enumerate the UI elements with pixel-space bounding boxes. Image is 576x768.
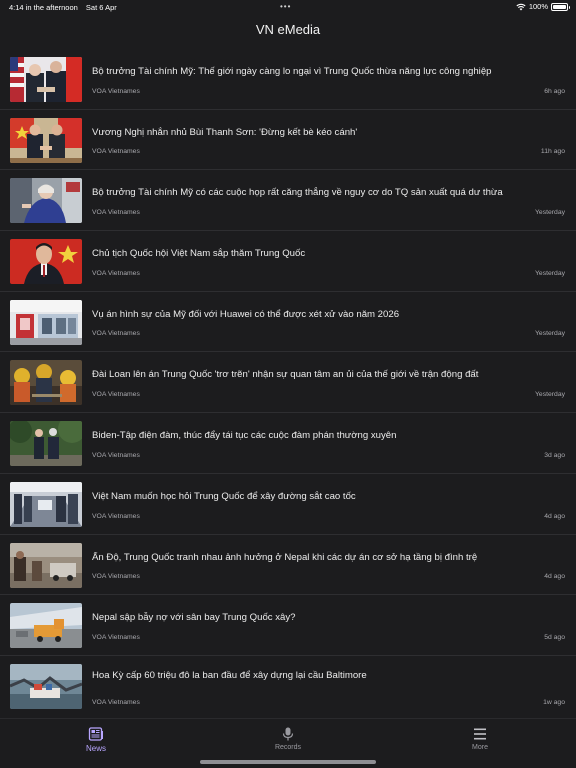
news-list[interactable]: Bộ trưởng Tài chính Mỹ: Thế giới ngày cà… bbox=[0, 49, 576, 718]
status-time: 4:14 in the afternoon Sat 6 Apr bbox=[9, 3, 117, 12]
status-date: Sat 6 Apr bbox=[85, 3, 117, 12]
news-item[interactable]: Việt Nam muốn học hỏi Trung Quốc để xây … bbox=[0, 474, 576, 535]
home-indicator[interactable] bbox=[200, 760, 376, 764]
menu-icon bbox=[474, 728, 486, 740]
news-source: VOA Vietnames bbox=[92, 87, 140, 95]
thumb-train bbox=[10, 481, 82, 527]
battery-percent: 100% bbox=[528, 2, 548, 11]
news-item[interactable]: Nepal sập bẫy nợ với sân bay Trung Quốc … bbox=[0, 595, 576, 656]
news-source: VOA Vietnames bbox=[92, 633, 140, 641]
news-item[interactable]: Bộ trưởng Tài chính Mỹ: Thế giới ngày cà… bbox=[0, 49, 576, 110]
news-title: Biden-Tập điện đàm, thúc đẩy tái tục các… bbox=[92, 430, 397, 442]
news-time: Yesterday bbox=[535, 269, 565, 277]
news-item[interactable]: Ấn Độ, Trung Quốc tranh nhau ảnh hưởng ở… bbox=[0, 535, 576, 596]
multitasking-dots-icon[interactable]: ••• bbox=[280, 2, 291, 11]
tab-more-label: More bbox=[472, 744, 488, 751]
tab-news[interactable]: News bbox=[56, 727, 136, 753]
thumb-street bbox=[10, 542, 82, 588]
news-item[interactable]: Vụ án hình sự của Mỹ đối với Huawei có t… bbox=[0, 292, 576, 353]
tab-records[interactable]: Records bbox=[248, 727, 328, 751]
news-thumbnail bbox=[10, 239, 82, 285]
news-source: VOA Vietnames bbox=[92, 512, 140, 520]
news-thumbnail bbox=[10, 57, 82, 102]
thumb-speaker bbox=[10, 178, 82, 224]
news-source: VOA Vietnames bbox=[92, 391, 140, 399]
thumb-handshake bbox=[10, 117, 82, 163]
thumb-store bbox=[10, 299, 82, 345]
news-time: Yesterday bbox=[535, 391, 565, 399]
news-thumbnail bbox=[10, 481, 82, 527]
news-thumbnail bbox=[10, 178, 82, 224]
status-bar: 4:14 in the afternoon Sat 6 Apr ••• 100% bbox=[0, 0, 576, 14]
thumb-portrait bbox=[10, 239, 82, 285]
news-item[interactable]: Bộ trưởng Tài chính Mỹ có các cuộc họp r… bbox=[0, 170, 576, 232]
tab-more[interactable]: More bbox=[440, 727, 520, 751]
news-item[interactable]: Chủ tịch Quốc hội Việt Nam sắp thăm Trun… bbox=[0, 231, 576, 292]
news-title: Vương Nghị nhắn nhủ Bùi Thanh Sơn: 'Đừng… bbox=[92, 126, 358, 138]
tab-news-label: News bbox=[85, 744, 106, 753]
news-title: Đài Loan lên án Trung Quốc 'trơ trẽn' nh… bbox=[92, 369, 479, 381]
news-thumbnail bbox=[10, 663, 82, 709]
news-thumbnail bbox=[10, 542, 82, 588]
news-time: 5d ago bbox=[544, 633, 565, 641]
news-source: VOA Vietnames bbox=[92, 269, 140, 277]
news-source: VOA Vietnames bbox=[92, 698, 140, 706]
news-thumbnail bbox=[10, 299, 82, 345]
news-time: Yesterday bbox=[535, 330, 565, 338]
news-source: VOA Vietnames bbox=[92, 573, 140, 581]
news-thumbnail bbox=[10, 117, 82, 163]
thumb-bridge bbox=[10, 663, 82, 709]
news-thumbnail bbox=[10, 603, 82, 649]
news-title: Bộ trưởng Tài chính Mỹ: Thế giới ngày cà… bbox=[92, 66, 492, 77]
news-title: Hoa Kỳ cấp 60 triệu đô la ban đầu để xây… bbox=[92, 669, 367, 681]
news-item[interactable]: Đài Loan lên án Trung Quốc 'trơ trẽn' nh… bbox=[0, 352, 576, 414]
news-time: Yesterday bbox=[535, 209, 565, 217]
news-time: 4d ago bbox=[544, 573, 565, 581]
battery-fill bbox=[553, 4, 566, 9]
news-title: Ấn Độ, Trung Quốc tranh nhau ảnh hưởng ở… bbox=[92, 551, 478, 563]
news-source: VOA Vietnames bbox=[92, 209, 140, 217]
news-time: 6h ago bbox=[544, 87, 565, 95]
news-title: Vụ án hình sự của Mỹ đối với Huawei có t… bbox=[92, 308, 400, 320]
page-title: VN eMedia bbox=[255, 22, 321, 37]
newspaper-icon bbox=[88, 727, 103, 741]
news-time: 11h ago bbox=[540, 148, 565, 156]
news-title: Nepal sập bẫy nợ với sân bay Trung Quốc … bbox=[92, 612, 296, 624]
news-title: Chủ tịch Quốc hội Việt Nam sắp thăm Trun… bbox=[92, 248, 306, 260]
battery-icon bbox=[551, 2, 570, 11]
news-time: 4d ago bbox=[544, 512, 565, 520]
news-source: VOA Vietnames bbox=[92, 451, 140, 459]
tab-records-label: Records bbox=[274, 744, 302, 751]
wifi-icon bbox=[516, 3, 526, 10]
thumb-garden bbox=[10, 421, 82, 467]
microphone-icon bbox=[282, 727, 294, 741]
news-title: Bộ trưởng Tài chính Mỹ có các cuộc họp r… bbox=[92, 187, 503, 199]
news-item[interactable]: Hoa Kỳ cấp 60 triệu đô la ban đầu để xây… bbox=[0, 656, 576, 718]
news-title: Việt Nam muốn học hỏi Trung Quốc để xây … bbox=[92, 490, 356, 502]
news-source: VOA Vietnames bbox=[92, 330, 140, 338]
thumb-rescue bbox=[10, 360, 82, 406]
thumb-airport bbox=[10, 603, 82, 649]
news-thumbnail bbox=[10, 421, 82, 467]
news-thumbnail bbox=[10, 360, 82, 406]
news-item[interactable]: Biden-Tập điện đàm, thúc đẩy tái tục các… bbox=[0, 413, 576, 474]
thumb-flags bbox=[10, 57, 82, 102]
status-time-text: 4:14 in the afternoon bbox=[9, 3, 78, 12]
news-time: 1w ago bbox=[543, 698, 565, 706]
news-source: VOA Vietnames bbox=[92, 148, 140, 156]
news-time: 3d ago bbox=[544, 451, 565, 459]
news-item[interactable]: Vương Nghị nhắn nhủ Bùi Thanh Sơn: 'Đừng… bbox=[0, 110, 576, 171]
status-right: 100% bbox=[516, 2, 570, 11]
